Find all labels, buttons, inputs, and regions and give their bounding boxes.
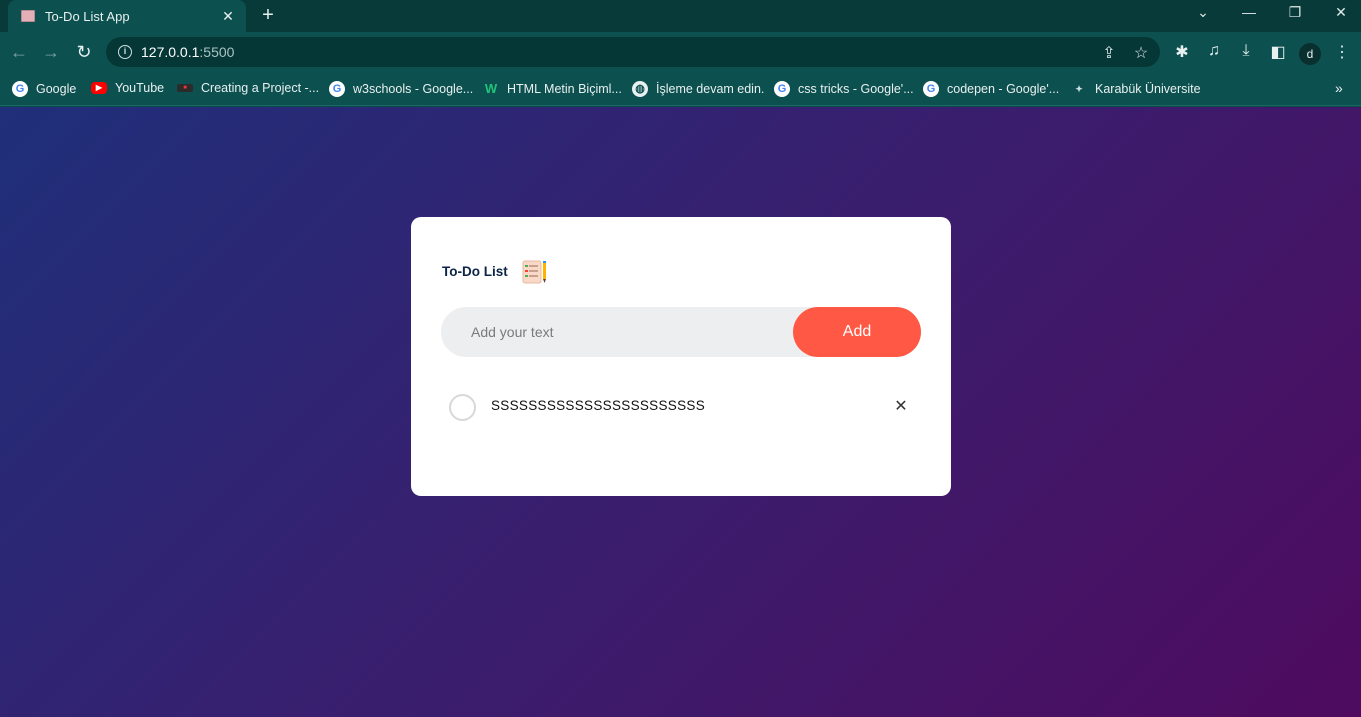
- browser-toolbar: ← → ↻ i 127.0.0.1:5500 ⇪ ☆: [0, 32, 1361, 72]
- media-control-icon[interactable]: ♫: [1204, 42, 1224, 60]
- tab-title: To-Do List App: [45, 8, 130, 24]
- list-item[interactable]: SSSSSSSSSSSSSSSSSSSSSSS ✕: [449, 394, 909, 424]
- bookmark-google[interactable]: G Google: [12, 81, 76, 97]
- bookmark-label: Google: [36, 82, 77, 96]
- delete-icon[interactable]: ✕: [893, 399, 909, 415]
- share-icon[interactable]: ⇪: [1100, 43, 1118, 63]
- page-background: To-Do List Add SSSSSSSSSSSSSSSSSSSSSSS ✕: [0, 107, 1361, 717]
- side-panel-icon[interactable]: ◧: [1268, 42, 1288, 62]
- bookmark-karabuk[interactable]: ✦ Karabük Üniversite: [1071, 81, 1201, 97]
- site-info-icon[interactable]: i: [118, 45, 132, 59]
- bookmark-w3schools[interactable]: G w3schools - Google...: [329, 81, 473, 97]
- globe-icon: ◍: [632, 81, 648, 97]
- bookmark-codepen[interactable]: G codepen - Google'...: [923, 81, 1059, 97]
- profile-avatar[interactable]: d: [1299, 43, 1321, 65]
- tab-strip: To-Do List App ✕ + ⌄ — ❐ ✕: [0, 0, 1361, 32]
- menu-kebab-icon[interactable]: ⋮: [1332, 42, 1352, 62]
- new-tab-button[interactable]: +: [258, 4, 278, 27]
- task-input[interactable]: [441, 307, 801, 357]
- bookmarks-overflow-icon[interactable]: »: [1335, 80, 1343, 96]
- url-host: 127.0.0.1: [141, 44, 200, 60]
- tab-close-icon[interactable]: ✕: [220, 8, 236, 25]
- reload-icon[interactable]: ↻: [74, 42, 94, 62]
- bookmark-label: css tricks - Google'...: [798, 82, 914, 96]
- bookmark-label: YouTube: [115, 81, 165, 95]
- url-text[interactable]: 127.0.0.1:5500: [141, 44, 234, 60]
- tab-favicon-icon: [21, 10, 35, 22]
- google-icon: G: [774, 81, 790, 97]
- extensions-icon[interactable]: ✱: [1172, 42, 1192, 62]
- minimize-icon[interactable]: —: [1239, 4, 1259, 20]
- google-icon: G: [329, 81, 345, 97]
- bookmark-creating-project[interactable]: ■ Creating a Project -...: [177, 81, 319, 95]
- app-title: To-Do List: [442, 264, 508, 279]
- download-icon[interactable]: ⤓: [1236, 42, 1256, 60]
- task-text[interactable]: SSSSSSSSSSSSSSSSSSSSSSS: [491, 398, 705, 413]
- bookmark-youtube[interactable]: ▶ YouTube: [91, 81, 164, 95]
- window-close-icon[interactable]: ✕: [1331, 4, 1351, 21]
- unchecked-circle-icon[interactable]: [449, 394, 476, 421]
- bookmark-html-metin[interactable]: W HTML Metin Biçiml...: [483, 81, 622, 97]
- w-icon: W: [484, 81, 498, 96]
- add-button[interactable]: Add: [793, 307, 921, 357]
- bookmark-label: codepen - Google'...: [947, 82, 1060, 96]
- google-icon: G: [12, 81, 28, 97]
- bookmark-label: w3schools - Google...: [353, 82, 474, 96]
- tab-search-icon[interactable]: ⌄: [1193, 4, 1213, 21]
- bookmark-label: Creating a Project -...: [201, 81, 320, 95]
- bookmark-label: Karabük Üniversite: [1095, 82, 1201, 96]
- karabuk-icon: ✦: [1075, 84, 1083, 94]
- restore-icon[interactable]: ❐: [1285, 4, 1305, 21]
- active-tab[interactable]: To-Do List App ✕: [8, 0, 246, 32]
- bookmark-css-tricks[interactable]: G css tricks - Google'...: [774, 81, 914, 97]
- project-icon: ■: [177, 84, 193, 92]
- back-icon[interactable]: ←: [9, 42, 29, 62]
- bookmark-star-icon[interactable]: ☆: [1132, 43, 1150, 63]
- todo-card: To-Do List Add SSSSSSSSSSSSSSSSSSSSSSS ✕: [411, 217, 951, 496]
- forward-icon[interactable]: →: [41, 42, 61, 62]
- youtube-icon: ▶: [91, 82, 107, 94]
- input-row: Add: [441, 307, 921, 357]
- bookmark-isleme[interactable]: ◍ İşleme devam edin.: [632, 81, 764, 97]
- bookmark-label: İşleme devam edin.: [656, 82, 765, 96]
- address-bar[interactable]: i 127.0.0.1:5500 ⇪ ☆: [106, 37, 1160, 67]
- notepad-icon: [522, 260, 546, 284]
- bookmark-label: HTML Metin Biçiml...: [507, 82, 622, 96]
- url-port: :5500: [199, 44, 235, 60]
- google-icon: G: [923, 81, 939, 97]
- bookmarks-bar: G Google ▶ YouTube ■ Creating a Project …: [0, 72, 1361, 106]
